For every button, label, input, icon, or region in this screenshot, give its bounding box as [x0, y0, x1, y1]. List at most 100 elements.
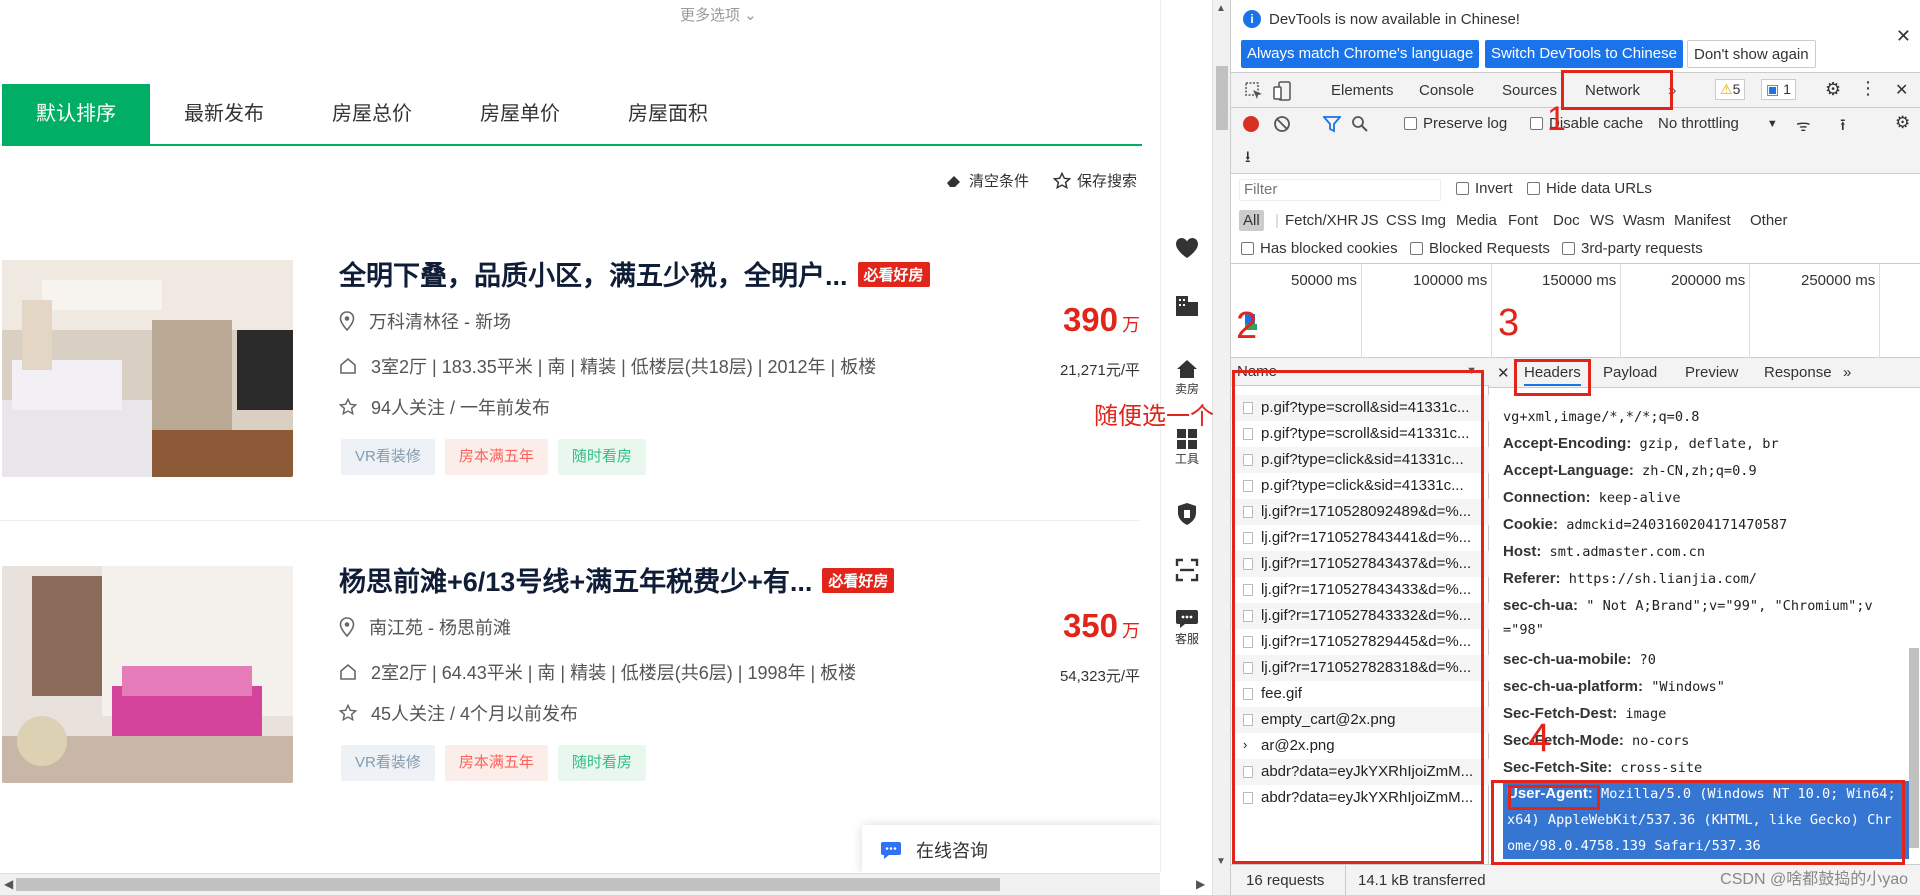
- listing-tags: VR看装修 房本满五年 随时看房: [341, 745, 646, 781]
- report-button[interactable]: [1161, 502, 1213, 526]
- tab-newest[interactable]: 最新发布: [150, 84, 298, 144]
- type-other[interactable]: Other: [1750, 212, 1788, 229]
- warning-counter[interactable]: ⚠5: [1715, 79, 1746, 100]
- type-media[interactable]: Media: [1456, 212, 1497, 229]
- inspect-element-icon[interactable]: [1245, 82, 1263, 100]
- listing-title[interactable]: 杨思前滩+6/13号线+满五年税费少+有... 必看好房: [339, 560, 895, 599]
- online-consult-button[interactable]: 在线咨询: [862, 825, 1160, 872]
- favorite-button[interactable]: [1161, 236, 1213, 260]
- heart-icon: [1176, 238, 1198, 258]
- type-doc[interactable]: Doc: [1553, 212, 1580, 229]
- listing-photo[interactable]: [2, 566, 293, 783]
- timeline-tick: 250000 ms: [1801, 272, 1876, 289]
- tag-vr: VR看装修: [341, 439, 435, 475]
- message-icon: ▣: [1766, 81, 1780, 97]
- type-js[interactable]: JS: [1361, 212, 1379, 229]
- listing-location[interactable]: 南江苑 - 杨思前滩: [339, 614, 511, 640]
- message-counter[interactable]: ▣ 1: [1761, 79, 1796, 100]
- sell-house-button[interactable]: 卖房: [1161, 358, 1213, 397]
- hide-data-urls-checkbox[interactable]: Hide data URLs: [1527, 180, 1652, 197]
- preserve-log-checkbox[interactable]: Preserve log: [1404, 115, 1507, 132]
- customer-service-button[interactable]: 客服: [1161, 608, 1213, 647]
- sort-tabs: 默认排序 最新发布 房屋总价 房屋单价 房屋面积: [2, 84, 1142, 146]
- export-har-icon[interactable]: ⭳: [1245, 146, 1251, 173]
- divider: [1345, 865, 1346, 895]
- import-har-icon[interactable]: ⭱: [1840, 114, 1846, 141]
- scroll-down-arrow-icon[interactable]: ▼: [1216, 856, 1226, 867]
- tab-unit-price[interactable]: 房屋单价: [446, 84, 594, 144]
- tab-default-sort[interactable]: 默认排序: [2, 84, 150, 144]
- page-vertical-scrollbar[interactable]: ▲ ▼: [1212, 0, 1230, 895]
- save-search-button[interactable]: 保存搜索: [1053, 170, 1137, 191]
- type-wasm[interactable]: Wasm: [1623, 212, 1665, 229]
- network-settings-gear-icon[interactable]: ⚙: [1895, 113, 1910, 133]
- filter-bar: Filter Invert Hide data URLs All | Fetch…: [1231, 174, 1920, 264]
- filter-toggle-button[interactable]: [1323, 115, 1341, 133]
- star-icon: [339, 704, 357, 722]
- search-button[interactable]: [1351, 115, 1369, 133]
- details-scrollbar-thumb[interactable]: [1909, 648, 1919, 848]
- blocked-requests-checkbox[interactable]: Blocked Requests: [1410, 240, 1550, 257]
- horizontal-scrollbar[interactable]: ◀ ▶: [0, 873, 1205, 895]
- tab-console[interactable]: Console: [1419, 82, 1474, 99]
- throttling-select[interactable]: No throttling ▼: [1658, 115, 1778, 132]
- has-blocked-cookies-checkbox[interactable]: Has blocked cookies: [1241, 240, 1398, 257]
- hide-data-urls-label: Hide data URLs: [1546, 180, 1652, 197]
- listing-title[interactable]: 全明下叠，品质小区，满五少税，全明户... 必看好房: [339, 254, 930, 293]
- record-icon: [1243, 116, 1259, 132]
- timeline-tick: 100000 ms: [1413, 272, 1488, 289]
- timeline-overview[interactable]: 50000 ms 100000 ms 150000 ms 200000 ms 2…: [1231, 264, 1920, 358]
- more-options-link[interactable]: 更多选项 ⌄: [680, 4, 757, 25]
- eraser-icon: [947, 175, 960, 187]
- invert-checkbox[interactable]: Invert: [1456, 180, 1513, 197]
- third-party-checkbox[interactable]: 3rd-party requests: [1562, 240, 1703, 257]
- settings-gear-icon[interactable]: ⚙: [1825, 79, 1841, 100]
- scroll-up-arrow-icon[interactable]: ▲: [1216, 3, 1226, 14]
- scroll-left-arrow-icon[interactable]: ◀: [4, 877, 13, 891]
- tab-preview[interactable]: Preview: [1685, 364, 1738, 381]
- clear-conditions-button[interactable]: 清空条件: [945, 170, 1029, 191]
- type-ws[interactable]: WS: [1590, 212, 1614, 229]
- tab-elements[interactable]: Elements: [1331, 82, 1394, 99]
- close-icon[interactable]: ✕: [1896, 26, 1911, 47]
- type-font[interactable]: Font: [1508, 212, 1538, 229]
- type-manifest[interactable]: Manifest: [1674, 212, 1731, 229]
- scrollbar-thumb[interactable]: [16, 878, 1000, 891]
- type-all[interactable]: All: [1239, 210, 1264, 231]
- device-toggle-icon[interactable]: [1273, 81, 1293, 101]
- tab-total-price[interactable]: 房屋总价: [298, 84, 446, 144]
- scroll-right-arrow-icon[interactable]: ▶: [1196, 877, 1205, 891]
- compare-button[interactable]: [1161, 290, 1213, 318]
- filter-input[interactable]: Filter: [1239, 179, 1441, 201]
- checkbox-icon: [1562, 242, 1575, 255]
- scrollbar-thumb[interactable]: [1216, 66, 1228, 130]
- record-button[interactable]: [1243, 116, 1259, 132]
- listing-photo[interactable]: [2, 260, 293, 477]
- type-css[interactable]: CSS: [1386, 212, 1417, 229]
- clear-button[interactable]: [1273, 115, 1291, 133]
- network-conditions-wifi-icon[interactable]: ᯤ: [1796, 114, 1811, 136]
- tab-payload[interactable]: Payload: [1603, 364, 1657, 381]
- listing-location[interactable]: 万科清林径 - 新场: [339, 308, 511, 334]
- type-fetch-xhr[interactable]: Fetch/XHR: [1285, 212, 1358, 229]
- dont-show-again-button[interactable]: Don't show again: [1687, 40, 1816, 68]
- kebab-menu-icon[interactable]: ⋮: [1859, 78, 1877, 99]
- home-icon: [1177, 360, 1197, 378]
- type-img[interactable]: Img: [1421, 212, 1446, 229]
- close-details-icon[interactable]: ✕: [1497, 364, 1510, 382]
- more-subtabs-chevron-icon[interactable]: »: [1843, 364, 1851, 381]
- tools-button[interactable]: 工具: [1161, 428, 1213, 467]
- must-see-badge: 必看好房: [857, 262, 930, 287]
- filter-funnel-icon: [1323, 116, 1341, 133]
- tab-area[interactable]: 房屋面积: [594, 84, 742, 144]
- chat-icon: [1176, 610, 1198, 628]
- tab-sources[interactable]: Sources: [1502, 82, 1557, 99]
- switch-to-chinese-button[interactable]: Switch DevTools to Chinese: [1485, 40, 1683, 68]
- tab-response[interactable]: Response: [1764, 364, 1832, 381]
- match-language-button[interactable]: Always match Chrome's language: [1241, 40, 1480, 68]
- tag-five-years: 房本满五年: [444, 439, 548, 475]
- preserve-log-label: Preserve log: [1423, 115, 1508, 132]
- scan-button[interactable]: [1161, 558, 1213, 582]
- close-devtools-icon[interactable]: ✕: [1895, 80, 1908, 100]
- watermark: CSDN @啥都鼓捣的小yao: [1720, 871, 1908, 888]
